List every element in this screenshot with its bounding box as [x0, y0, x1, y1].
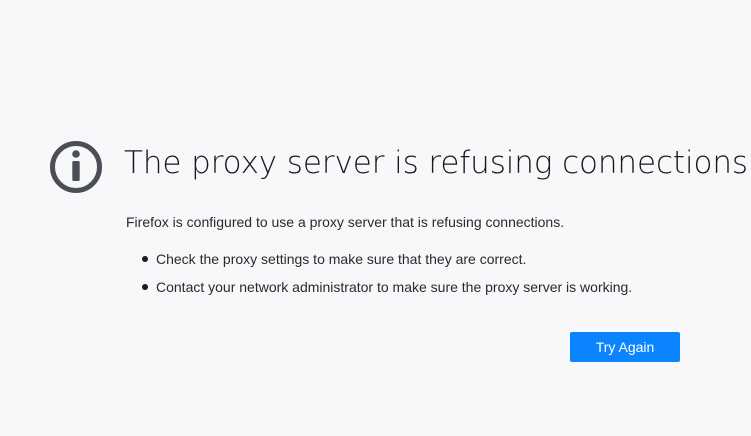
bullet-icon [142, 284, 148, 290]
suggestion-text: Check the proxy settings to make sure th… [156, 251, 527, 267]
suggestions-list: Check the proxy settings to make sure th… [140, 249, 632, 305]
error-description: Firefox is configured to use a proxy ser… [126, 214, 565, 230]
try-again-button[interactable]: Try Again [570, 332, 680, 362]
bullet-icon [142, 256, 148, 262]
list-item: Check the proxy settings to make sure th… [140, 249, 632, 269]
info-icon [50, 141, 102, 193]
suggestion-text: Contact your network administrator to ma… [156, 279, 633, 295]
list-item: Contact your network administrator to ma… [140, 277, 632, 297]
error-page: The proxy server is refusing connections… [0, 0, 751, 436]
page-title: The proxy server is refusing connections [124, 145, 748, 181]
